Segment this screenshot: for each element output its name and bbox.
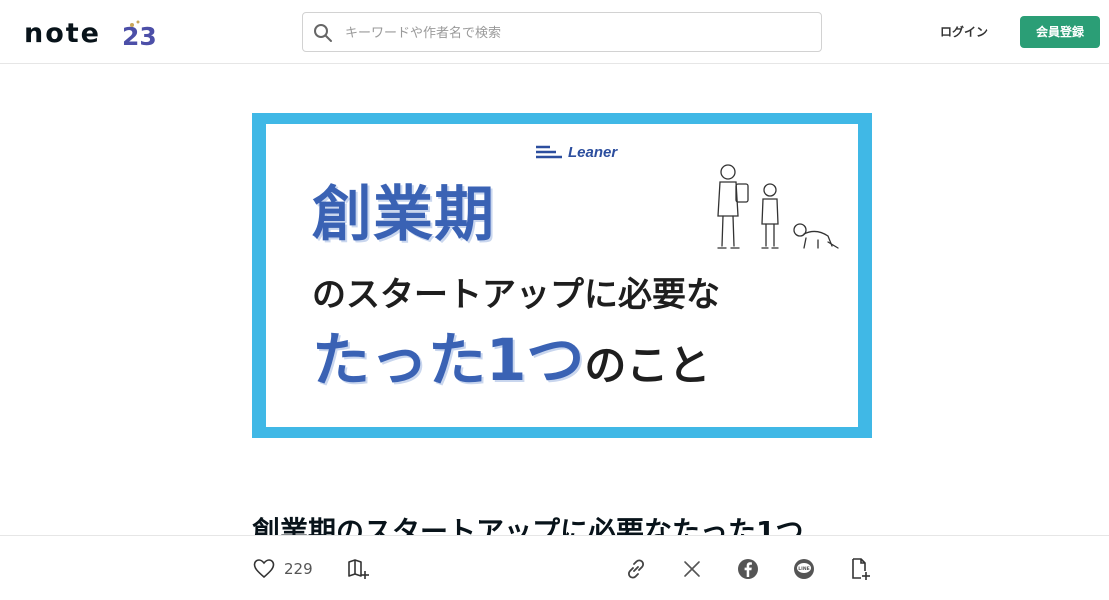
article-action-bar: 229 LINE [0,535,1109,600]
hero-card: Leaner 創業期 のスタートアップに必要な たった1つのこと [266,124,858,427]
leaner-mark-icon [536,145,562,159]
hero-heading-main: 創業期 [312,180,495,250]
share-line-button[interactable]: LINE [792,557,816,581]
note-add-icon [852,558,870,580]
heart-icon [253,559,275,579]
site-header: note 23 ログイン 会員登録 [0,0,1109,64]
hero-emphasis-rest: のこと [584,341,711,390]
growth-figures-illustration [717,164,839,249]
hero-heading-emphasis: たった1つのこと [312,324,710,404]
like-button[interactable] [252,557,276,581]
add-to-magazine-button[interactable] [346,557,370,581]
share-x-button[interactable] [680,557,704,581]
link-icon [627,559,645,579]
leaner-brand: Leaner [534,141,617,163]
search-icon [314,24,332,42]
hero-heading-sub: のスタートアップに必要な [312,275,720,315]
copy-link-button[interactable] [624,557,648,581]
facebook-icon [738,559,758,579]
brand-name: Leaner [568,143,618,161]
share-facebook-button[interactable] [736,557,760,581]
logo-badge: 23 [122,22,157,50]
search-box[interactable] [302,12,822,53]
like-count: 229 [284,560,313,578]
add-note-button[interactable] [848,557,872,581]
logo-text: note [24,18,101,49]
note-logo-icon: note 23 [24,18,157,51]
signup-button[interactable]: 会員登録 [1020,16,1100,48]
note-logo[interactable]: note 23 [24,14,164,51]
hero-emphasis-text: たった1つ [312,326,585,394]
magazine-add-icon [348,559,369,579]
x-icon [684,561,700,577]
hero-image: Leaner 創業期 のスタートアップに必要な たった1つのこと [252,113,872,438]
svg-text:LINE: LINE [798,566,809,572]
line-icon: LINE [794,559,814,579]
login-link[interactable]: ログイン [930,16,998,48]
search-input[interactable] [343,13,817,53]
